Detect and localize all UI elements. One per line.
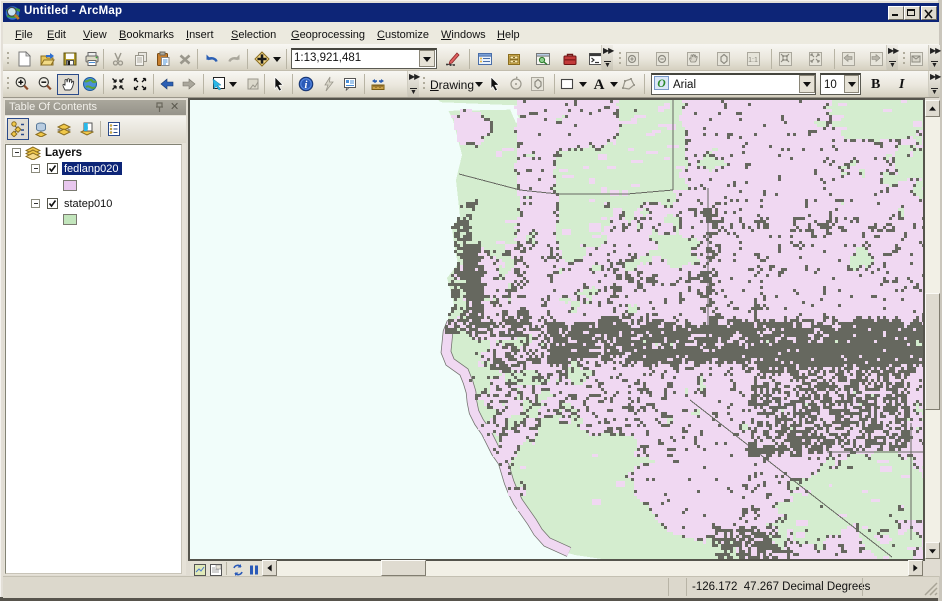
svg-text:A: A [594, 77, 605, 92]
svg-text:O: O [657, 78, 665, 90]
svg-text:1:1: 1:1 [748, 57, 758, 64]
svg-text:i: i [305, 80, 308, 91]
